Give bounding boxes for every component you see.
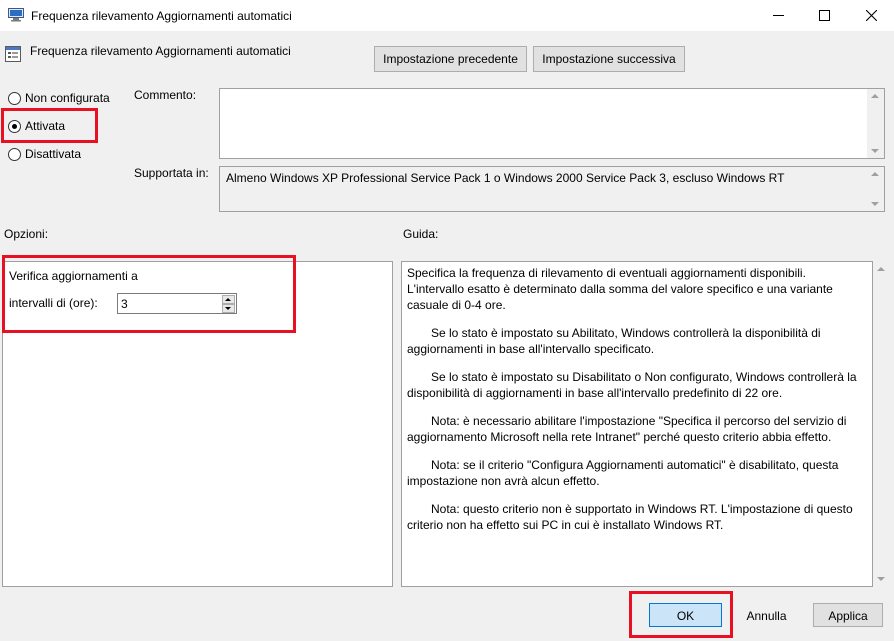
previous-setting-button[interactable]: Impostazione precedente <box>374 46 527 72</box>
next-setting-button[interactable]: Impostazione successiva <box>533 46 685 72</box>
help-paragraph: Se lo stato è impostato su Disabilitato … <box>407 370 857 400</box>
comment-textbox[interactable] <box>219 88 885 159</box>
radio-circle <box>8 148 21 161</box>
close-button[interactable] <box>848 0 894 31</box>
comment-label: Commento: <box>134 88 197 102</box>
help-paragraph: Nota: se il criterio "Configura Aggiorna… <box>407 458 839 488</box>
help-paragraph: Nota: questo criterio non è supportato i… <box>407 502 853 532</box>
cancel-button[interactable]: Annulla <box>738 603 795 627</box>
scroll-down-arrow-icon <box>877 577 885 581</box>
maximize-icon <box>819 10 830 21</box>
radio-label: Non configurata <box>25 91 110 105</box>
radio-circle <box>8 92 21 105</box>
radio-not-configured[interactable]: Non configurata <box>8 91 118 107</box>
policy-name: Frequenza rilevamento Aggiornamenti auto… <box>30 44 291 58</box>
maximize-button[interactable] <box>801 0 847 31</box>
supported-scrollbar[interactable] <box>867 167 884 211</box>
previous-setting-label: Impostazione precedente <box>383 52 518 66</box>
radio-disabled[interactable]: Disattivata <box>8 147 88 163</box>
help-paragraph: Specifica la frequenza di rilevamento di… <box>407 266 833 312</box>
title-bar: Frequenza rilevamento Aggiornamenti auto… <box>0 0 894 31</box>
minimize-icon <box>773 15 784 16</box>
supported-textbox: Almeno Windows XP Professional Service P… <box>219 166 885 212</box>
window-title: Frequenza rilevamento Aggiornamenti auto… <box>31 9 292 23</box>
next-setting-label: Impostazione successiva <box>542 52 676 66</box>
help-scrollbar[interactable] <box>873 261 890 587</box>
policy-setting-icon <box>5 46 21 62</box>
scroll-up-arrow-icon <box>877 267 885 271</box>
scroll-down-arrow-icon <box>871 149 879 153</box>
supported-label: Supportata in: <box>134 166 209 180</box>
scroll-up-arrow-icon <box>871 172 879 176</box>
help-text: Specifica la frequenza di rilevamento di… <box>407 265 857 545</box>
help-heading: Guida: <box>403 227 439 241</box>
radio-label: Disattivata <box>25 147 82 161</box>
options-heading: Opzioni: <box>4 227 49 241</box>
cancel-label: Annulla <box>746 609 787 623</box>
supported-value: Almeno Windows XP Professional Service P… <box>226 171 785 185</box>
highlight-ok-button <box>629 591 733 638</box>
policy-editor-icon <box>8 8 24 22</box>
highlight-enabled-option <box>1 108 98 143</box>
apply-button[interactable]: Applica <box>813 603 883 627</box>
scroll-down-arrow-icon <box>871 202 879 206</box>
help-paragraph: Se lo stato è impostato su Abilitato, Wi… <box>407 326 821 356</box>
comment-scrollbar[interactable] <box>867 89 884 158</box>
help-paragraph: Nota: è necessario abilitare l'impostazi… <box>407 414 847 444</box>
close-icon <box>866 10 877 21</box>
minimize-button[interactable] <box>755 0 801 31</box>
highlight-interval-option <box>2 255 296 333</box>
apply-label: Applica <box>828 609 868 623</box>
help-panel: Specifica la frequenza di rilevamento di… <box>401 261 873 587</box>
scroll-up-arrow-icon <box>871 94 879 98</box>
